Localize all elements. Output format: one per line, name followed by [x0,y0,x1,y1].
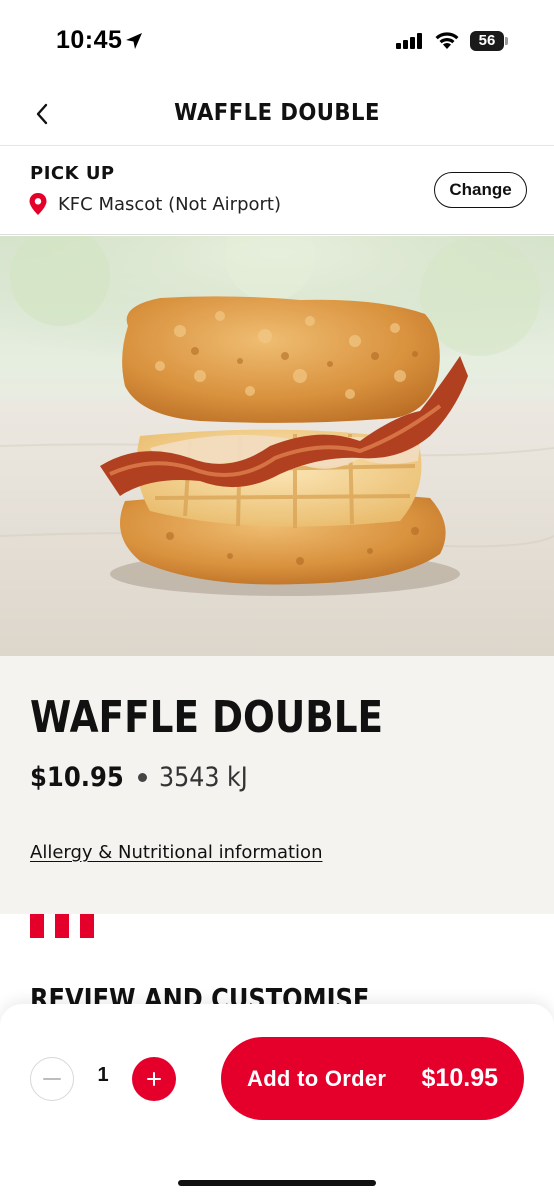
home-indicator-area [0,1154,554,1200]
quantity-value: 1 [97,1064,109,1086]
minus-icon [43,1078,61,1080]
battery-level: 56 [478,32,496,49]
location-arrow-icon [126,33,142,49]
separator-dot [138,773,148,782]
status-time: 10:45 [56,26,123,54]
pickup-label: PICK UP [30,163,115,184]
increase-quantity-button[interactable] [132,1057,176,1101]
product-image [0,236,554,656]
order-total: $10.95 [421,1064,498,1092]
pickup-bar: PICK UP KFC Mascot (Not Airport) Change [0,147,554,235]
store-name: KFC Mascot (Not Airport) [58,194,281,215]
plus-icon [147,1072,161,1086]
add-to-order-label: Add to Order [247,1065,387,1091]
nav-header: WAFFLE DOUBLE [0,84,554,146]
home-indicator[interactable] [178,1180,376,1186]
location-pin-icon [29,193,47,215]
page-title: WAFFLE DOUBLE [174,100,380,126]
product-info: WAFFLE DOUBLE $10.95 3543 kJ Allergy & N… [0,656,554,914]
change-store-button[interactable]: Change [434,172,527,208]
decrease-quantity-button[interactable] [30,1057,74,1101]
product-price: $10.95 [30,762,124,793]
product-energy: 3543 kJ [159,762,249,793]
wifi-icon [435,32,459,49]
price-row: $10.95 3543 kJ [30,762,260,793]
allergy-nutrition-link[interactable]: Allergy & Nutritional information [30,842,322,863]
status-bar: 10:45 56 [0,0,554,84]
add-to-order-button[interactable]: Add to Order $10.95 [221,1037,524,1120]
cellular-signal-icon [396,33,422,49]
order-bar: 1 Add to Order $10.95 [0,1004,554,1154]
battery-icon: 56 [470,31,508,51]
product-name: WAFFLE DOUBLE [30,692,384,743]
brand-stripes [30,914,94,938]
waffle-double-burger-illustration [0,236,554,656]
